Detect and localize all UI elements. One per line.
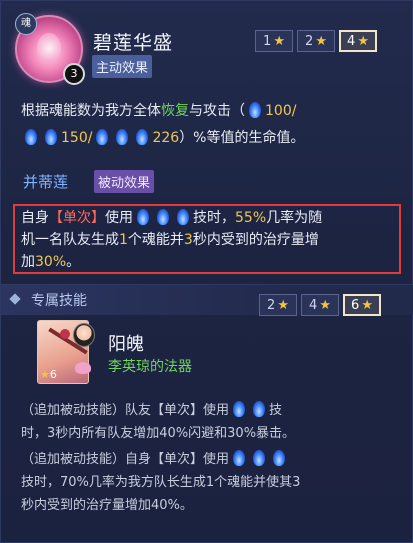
heal-text: 恢复 [161,103,189,119]
value-1: 100/ [265,103,297,119]
star-icon: ★ [273,33,285,49]
weapon-owner: 李英琼的法器 [108,359,192,375]
soul-energy-icon [249,102,261,118]
skill-level-badge: 3 [63,63,85,85]
star-icon: ★ [357,33,369,49]
soul-energy-icon [253,450,266,466]
star-tab-2[interactable]: 2 ★ [259,294,297,316]
soul-energy-icon [25,129,37,145]
soul-energy-icon [157,209,169,225]
skill-name: 碧莲华盛 [93,32,174,54]
soul-energy-icon [136,129,149,145]
soul-energy-icon [137,209,149,225]
soul-badge: 魂 [15,13,37,35]
star-icon: ★ [361,297,373,313]
passive-title: 并蒂莲 [23,173,69,191]
exclusive-desc-2-line-1: （追加被动技能）自身【单次】使用 [21,448,289,471]
exclusive-skill-title: 专属技能 [31,293,87,309]
weapon-star-level: ★6 [40,368,57,381]
lotus-icon: 魂 3 [15,13,85,85]
star-icon: ★ [277,297,289,313]
star-tab-1[interactable]: 1 ★ [255,30,293,52]
passive-desc-line-3: 加30%。 [21,254,81,270]
star-icon: ★ [319,297,331,313]
exclusive-desc-2-line-3: 秒内受到的治疗量增加40%。 [21,498,193,513]
active-desc-line-1: 根据魂能数为我方全体恢复与攻击（ 100/ [21,102,297,119]
bead-icon [60,329,70,339]
exclusive-desc-2-line-2: 技时，70%几率为我方队长生成1个魂能并使其3 [21,475,301,490]
star-tab-2[interactable]: 2 ★ [297,30,335,52]
weapon-name: 阳魄 [108,334,144,355]
skill-star-selector: 1 ★ 2 ★ 4 ★ [255,30,377,52]
soul-energy-icon [96,129,109,145]
exclusive-desc-1-line-2: 时，3秒内所有队友增加40%闪避和30%暴击。 [21,426,296,441]
single-use-text: 【单次】 [49,210,105,226]
soul-energy-icon [116,129,129,145]
skill-detail-panel: 魂 3 碧莲华盛 主动效果 1 ★ 2 ★ 4 ★ 根据魂能数为我方全体恢复与攻击（ 1… [0,0,413,543]
star-icon: ★ [40,368,50,381]
lotus-mini-icon [75,362,91,374]
soul-energy-icon [177,209,189,225]
lotus-petal-icon [37,33,61,63]
active-desc-line-2: 150/226）%等值的生命值。 [21,125,305,152]
value-2: 150/ [61,130,93,146]
star-tab-4[interactable]: 4 ★ [339,30,377,52]
star-icon: ★ [315,33,327,49]
star-tab-4[interactable]: 4 ★ [301,294,339,316]
value-3: 226 [152,130,180,146]
soul-energy-icon [233,401,246,417]
exclusive-star-selector: 2 ★ 4 ★ 6 ★ [259,294,381,316]
active-effect-tag: 主动效果 [92,55,153,78]
soul-energy-icon [45,129,57,145]
passive-effect-tag: 被动效果 [94,170,155,193]
star-tab-6[interactable]: 6 ★ [343,294,381,316]
character-portrait-icon [73,323,95,347]
soul-energy-icon [233,450,246,466]
soul-energy-icon [253,401,266,417]
exclusive-desc-1-line-1: （追加被动技能）队友【单次】使用技 [21,401,283,418]
soul-energy-icon [273,450,286,466]
